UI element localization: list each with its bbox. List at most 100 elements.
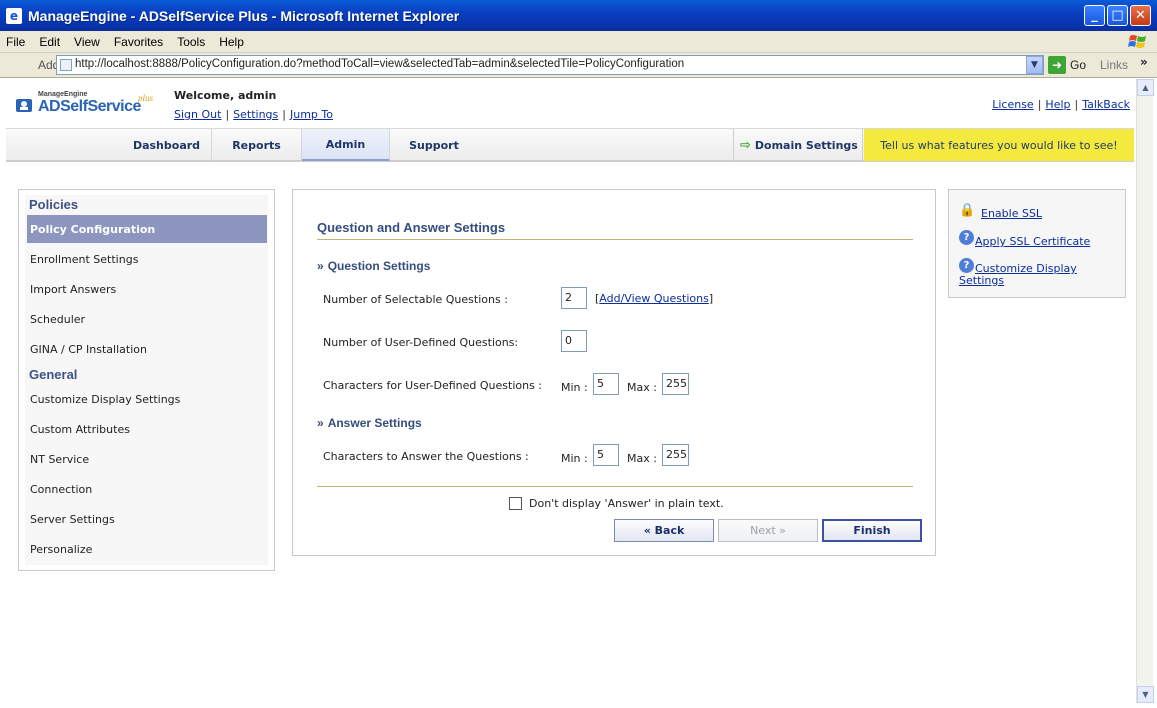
nav-item-server-settings[interactable]: Server Settings [27,505,267,533]
num-user-defined-input[interactable]: 0 [561,330,587,352]
sign-out-link[interactable]: Sign Out [174,108,221,121]
nav-item-nt-service[interactable]: NT Service [27,445,267,473]
num-selectable-label: Number of Selectable Questions : [323,293,508,306]
help-icon: ? [959,258,974,273]
left-navigation: Policies Policy Configuration Enrollment… [18,189,275,571]
customize-display-item: ? Customize Display Settings [959,258,1077,287]
license-link[interactable]: License [992,98,1033,111]
page-content: ManageEngine ADSelfService plus Welcome,… [4,79,1136,703]
menu-favorites[interactable]: Favorites [114,35,163,49]
address-dropdown-icon[interactable]: ▼ [1026,56,1043,74]
minimize-button[interactable]: _ [1084,5,1105,26]
chars-answer-label: Characters to Answer the Questions : [323,450,529,463]
page-icon [60,59,72,71]
domain-settings-button[interactable]: ⇨ Domain Settings [733,129,863,161]
min-label: Min : [561,381,588,394]
customize-display-settings-link[interactable]: Customize Display Settings [959,263,1077,287]
chars-answer-max-input[interactable]: 255 [662,444,689,466]
menu-view[interactable]: View [74,35,100,49]
chars-user-defined-label: Characters for User-Defined Questions : [323,379,543,392]
form-divider [317,486,913,487]
back-button[interactable]: « Back [614,519,714,542]
lock-check-icon: 🔒 [959,202,976,218]
user-links: Sign Out | Settings | Jump To [174,108,333,121]
window-titlebar: e ManageEngine - ADSelfService Plus - Mi… [0,0,1157,31]
product-logo: ManageEngine ADSelfService plus [14,89,164,119]
plain-text-checkbox[interactable] [509,497,522,510]
nav-item-import-answers[interactable]: Import Answers [27,275,267,303]
menu-bar: File Edit View Favorites Tools Help [0,31,1157,53]
go-arrow-icon: ➜ [1048,56,1066,74]
help-icon: ? [959,230,974,245]
brand-plus: plus [138,93,154,103]
nav-item-custom-attributes[interactable]: Custom Attributes [27,415,267,443]
nav-item-gina-cp-installation[interactable]: GINA / CP Installation [27,335,267,363]
tab-support[interactable]: Support [390,129,478,161]
ie-icon: e [6,7,22,24]
title-divider [317,239,913,240]
nav-item-scheduler[interactable]: Scheduler [27,305,267,333]
chars-user-defined-max-input[interactable]: 255 [662,373,689,395]
adselfservice-logo-icon [16,99,32,112]
nav-item-enrollment-settings[interactable]: Enrollment Settings [27,245,267,273]
address-bar: Address http://localhost:8888/PolicyConf… [0,53,1157,78]
menu-tools[interactable]: Tools [177,35,205,49]
nav-heading-general: General [29,367,78,382]
add-view-questions: [Add/View Questions] [595,292,714,305]
page-title: Question and Answer Settings [317,220,506,235]
maximize-button[interactable]: □ [1107,5,1128,26]
scroll-up-icon[interactable]: ▲ [1137,79,1154,96]
num-selectable-input[interactable]: 2 [561,287,587,309]
tab-admin[interactable]: Admin [302,129,390,161]
apply-ssl-item: ? Apply SSL Certificate [959,230,1090,248]
chars-user-defined-min-input[interactable]: 5 [593,373,619,395]
tab-reports[interactable]: Reports [212,129,302,161]
address-url: http://localhost:8888/PolicyConfiguratio… [75,58,685,70]
scroll-down-icon[interactable]: ▼ [1137,686,1154,703]
brand-company: ManageEngine [38,91,88,98]
tab-dashboard[interactable]: Dashboard [122,129,212,161]
question-settings-heading: » Question Settings [317,259,431,273]
qa-settings-panel: Question and Answer Settings » Question S… [292,189,936,556]
double-chevron-icon: » [317,259,324,273]
plain-text-label: Don't display 'Answer' in plain text. [529,497,724,510]
chars-answer-min-input[interactable]: 5 [593,444,619,466]
main-tabs: Dashboard Reports Admin Support ⇨ Domain… [6,128,1134,162]
apply-ssl-certificate-link[interactable]: Apply SSL Certificate [975,235,1090,248]
jump-to-link[interactable]: Jump To [290,108,333,121]
go-label: Go [1070,58,1087,72]
go-button[interactable]: ➜ Go [1048,56,1086,74]
links-chevron-icon[interactable]: » [1140,55,1148,69]
nav-item-connection[interactable]: Connection [27,475,267,503]
enable-ssl-link[interactable]: Enable SSL [981,207,1042,220]
menu-edit[interactable]: Edit [39,35,60,49]
max-label: Max : [627,381,657,394]
nav-item-policy-configuration[interactable]: Policy Configuration [27,215,267,243]
nav-item-personalize[interactable]: Personalize [27,535,267,563]
top-links: License | Help | TalkBack [992,98,1130,111]
address-input[interactable]: http://localhost:8888/PolicyConfiguratio… [56,55,1044,75]
double-chevron-icon: » [317,416,324,430]
finish-button[interactable]: Finish [822,519,922,542]
nav-item-customize-display-settings[interactable]: Customize Display Settings [27,385,267,413]
menu-help[interactable]: Help [219,35,244,49]
close-button[interactable]: ✕ [1130,5,1151,26]
max-label: Max : [627,452,657,465]
enable-ssl-item: 🔒 Enable SSL [959,202,1042,221]
settings-link[interactable]: Settings [233,108,278,121]
quick-links-panel: 🔒 Enable SSL ? Apply SSL Certificate ? C… [948,189,1126,298]
next-button: Next » [718,519,818,542]
feature-request-banner[interactable]: Tell us what features you would like to … [864,129,1134,161]
help-link[interactable]: Help [1045,98,1070,111]
brand-product: ADSelfService [38,98,141,115]
add-view-questions-link[interactable]: Add/View Questions [599,292,709,305]
arrow-right-icon: ⇨ [740,137,751,153]
menu-file[interactable]: File [6,35,25,49]
welcome-text: Welcome, admin [174,89,277,102]
links-label[interactable]: Links [1100,58,1128,72]
talkback-link[interactable]: TalkBack [1082,98,1130,111]
window-controls: _ □ ✕ [1084,5,1151,26]
answer-settings-heading: » Answer Settings [317,416,422,430]
vertical-scrollbar[interactable]: ▲ ▼ [1136,79,1154,703]
window-title: ManageEngine - ADSelfService Plus - Micr… [28,7,460,24]
